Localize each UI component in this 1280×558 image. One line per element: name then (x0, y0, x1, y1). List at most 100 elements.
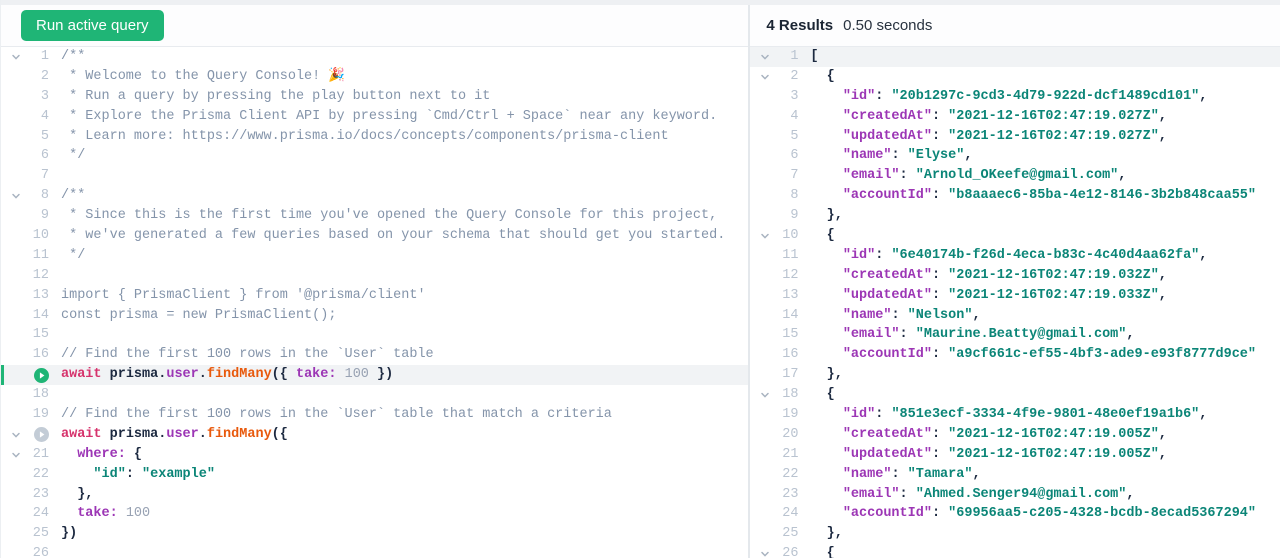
code-text[interactable]: * we've generated a few queries based on… (61, 226, 725, 246)
code-text[interactable]: /** (61, 47, 85, 67)
line-number: 14 (782, 307, 799, 323)
line-number: 22 (782, 466, 799, 482)
line-number: 15 (32, 327, 49, 343)
code-text[interactable]: "createdAt": "2021-12-16T02:47:19.005Z", (810, 425, 1167, 445)
code-text[interactable]: { (810, 226, 835, 246)
play-active-query-icon[interactable] (34, 367, 49, 383)
line-number: 25 (782, 526, 799, 542)
code-text[interactable]: }, (810, 206, 843, 226)
result-line: 17 }, (750, 365, 1280, 385)
editor-line: 23 }, (1, 485, 748, 505)
line-number: 9 (40, 208, 49, 224)
fold-chevron-icon[interactable] (9, 52, 23, 62)
line-number: 7 (790, 168, 799, 184)
code-text[interactable]: take: 100 (61, 504, 150, 524)
code-text[interactable]: */ (61, 246, 85, 266)
play-query-icon[interactable] (34, 427, 49, 443)
line-number: 3 (790, 88, 799, 104)
code-text[interactable]: // Find the first 100 rows in the `User`… (61, 405, 612, 425)
fold-chevron-icon[interactable] (758, 72, 772, 82)
code-text[interactable]: "id": "851e3ecf-3334-4f9e-9801-48e0ef19a… (810, 405, 1208, 425)
code-text[interactable]: "updatedAt": "2021-12-16T02:47:19.033Z", (810, 286, 1167, 306)
code-text[interactable]: "email": "Maurine.Beatty@gmail.com", (810, 325, 1135, 345)
code-text[interactable]: }, (810, 365, 843, 385)
line-number: 19 (32, 407, 49, 423)
editor-line: 11 */ (1, 246, 748, 266)
fold-chevron-icon[interactable] (9, 450, 23, 460)
code-text[interactable]: { (810, 385, 835, 405)
editor-line: 24 take: 100 (1, 504, 748, 524)
result-line: 2 { (750, 67, 1280, 87)
editor-line: 10 * we've generated a few queries based… (1, 226, 748, 246)
code-text[interactable]: }, (61, 485, 93, 505)
code-text[interactable]: "email": "Ahmed.Senger94@gmail.com", (810, 485, 1135, 505)
fold-chevron-icon[interactable] (758, 390, 772, 400)
code-text[interactable]: const prisma = new PrismaClient(); (61, 306, 336, 326)
code-text[interactable]: * Learn more: https://www.prisma.io/docs… (61, 127, 669, 147)
code-text[interactable]: "updatedAt": "2021-12-16T02:47:19.005Z", (810, 445, 1167, 465)
code-text[interactable]: "createdAt": "2021-12-16T02:47:19.032Z", (810, 266, 1167, 286)
code-text[interactable]: // Find the first 100 rows in the `User`… (61, 345, 434, 365)
code-text[interactable]: * Since this is the first time you've op… (61, 206, 717, 226)
code-text[interactable]: }, (810, 524, 843, 544)
fold-chevron-icon[interactable] (758, 549, 772, 558)
code-text[interactable]: "createdAt": "2021-12-16T02:47:19.027Z", (810, 107, 1167, 127)
line-number: 17 (782, 367, 799, 383)
result-line: 24 "accountId": "69956aa5-c205-4328-bcdb… (750, 504, 1280, 524)
code-text[interactable]: "name": "Nelson", (810, 306, 981, 326)
code-text[interactable]: import { PrismaClient } from '@prisma/cl… (61, 286, 426, 306)
fold-chevron-icon[interactable] (9, 430, 23, 440)
result-line: 5 "updatedAt": "2021-12-16T02:47:19.027Z… (750, 127, 1280, 147)
code-text[interactable]: await prisma.user.findMany({ (61, 425, 288, 445)
code-text[interactable]: * Welcome to the Query Console! 🎉 (61, 67, 345, 87)
fold-chevron-icon[interactable] (758, 52, 772, 62)
code-text[interactable]: "accountId": "a9cf661c-ef55-4bf3-ade9-e9… (810, 345, 1256, 365)
editor-line: 1 /** (1, 47, 748, 67)
result-line: 12 "createdAt": "2021-12-16T02:47:19.032… (750, 266, 1280, 286)
results-viewer[interactable]: 1[2 {3 "id": "20b1297c-9cd3-4d79-922d-dc… (750, 47, 1280, 558)
code-text[interactable]: { (810, 544, 835, 558)
code-text[interactable]: "updatedAt": "2021-12-16T02:47:19.027Z", (810, 127, 1167, 147)
code-text[interactable]: { (810, 67, 835, 87)
result-line: 22 "name": "Tamara", (750, 465, 1280, 485)
editor-line: 22 "id": "example" (1, 465, 748, 485)
code-text[interactable]: "name": "Elyse", (810, 146, 973, 166)
editor-line: 14 const prisma = new PrismaClient(); (1, 306, 748, 326)
code-text[interactable]: where: { (61, 445, 142, 465)
editor-line: 16 // Find the first 100 rows in the `Use… (1, 345, 748, 365)
line-number: 10 (32, 228, 49, 244)
result-line: 7 "email": "Arnold_OKeefe@gmail.com", (750, 166, 1280, 186)
code-text[interactable]: */ (61, 146, 85, 166)
line-number: 14 (32, 307, 49, 323)
line-number: 18 (32, 387, 49, 403)
line-number: 12 (782, 267, 799, 283)
code-text[interactable]: "id": "20b1297c-9cd3-4d79-922d-dcf1489cd… (810, 87, 1208, 107)
line-number: 11 (782, 247, 799, 263)
code-text[interactable]: "id": "example" (61, 465, 215, 485)
code-text[interactable]: "accountId": "b8aaaec6-85ba-4e12-8146-3b… (810, 186, 1256, 206)
result-line: 26 { (750, 544, 1280, 558)
code-text[interactable]: * Run a query by pressing the play butto… (61, 87, 490, 107)
code-text[interactable]: "id": "6e40174b-f26d-4eca-b83c-4c40d4aa6… (810, 246, 1208, 266)
line-number: 13 (782, 287, 799, 303)
fold-chevron-icon[interactable] (758, 231, 772, 241)
run-active-query-button[interactable]: Run active query (21, 10, 164, 41)
code-text[interactable]: await prisma.user.findMany({ take: 100 }… (61, 365, 393, 385)
line-number: 5 (790, 128, 799, 144)
code-text[interactable]: /** (61, 186, 85, 206)
code-text[interactable]: "accountId": "69956aa5-c205-4328-bcdb-8e… (810, 504, 1256, 524)
code-editor[interactable]: 1/** 2 * Welcome to the Query Console! 🎉 3… (1, 47, 749, 558)
code-text[interactable]: [ (810, 47, 818, 67)
line-number: 26 (32, 546, 49, 558)
result-line: 3 "id": "20b1297c-9cd3-4d79-922d-dcf1489… (750, 87, 1280, 107)
result-line: 15 "email": "Maurine.Beatty@gmail.com", (750, 325, 1280, 345)
result-line: 4 "createdAt": "2021-12-16T02:47:19.027Z… (750, 107, 1280, 127)
line-number: 23 (782, 486, 799, 502)
code-text[interactable]: }) (61, 524, 77, 544)
line-number: 4 (790, 108, 799, 124)
code-text[interactable]: * Explore the Prisma Client API by press… (61, 107, 717, 127)
code-text[interactable]: "name": "Tamara", (810, 465, 981, 485)
code-text[interactable]: "email": "Arnold_OKeefe@gmail.com", (810, 166, 1127, 186)
line-number: 6 (790, 148, 799, 164)
fold-chevron-icon[interactable] (9, 191, 23, 201)
